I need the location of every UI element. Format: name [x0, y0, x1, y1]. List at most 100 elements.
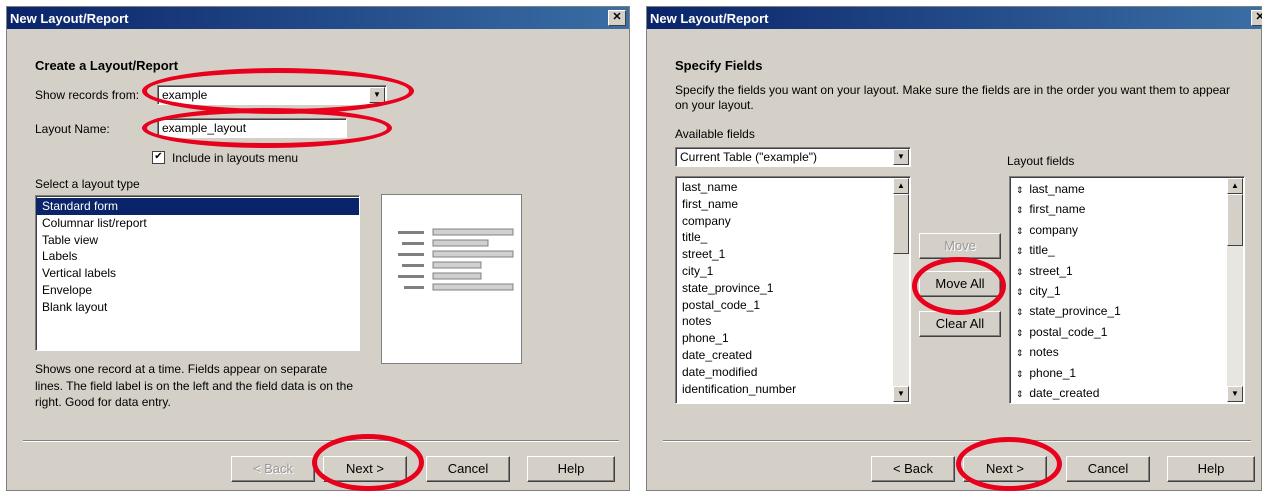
next-button[interactable]: Next > [323, 456, 407, 482]
layout-field-label: date_created [1029, 385, 1100, 400]
scroll-up-icon[interactable]: ▲ [1227, 178, 1243, 194]
check-icon: ✔ [154, 151, 163, 162]
list-item[interactable]: last_name [676, 179, 910, 196]
drag-handle-icon[interactable]: ⇕ [1016, 221, 1026, 241]
layout-name-input[interactable]: example_layout [157, 118, 347, 138]
layout-preview [381, 194, 522, 364]
step-heading: Specify Fields [675, 58, 763, 73]
list-item[interactable]: ⇕ notes [1010, 342, 1244, 362]
scroll-down-icon[interactable]: ▼ [1227, 386, 1243, 402]
drag-handle-icon[interactable]: ⇕ [1016, 323, 1026, 343]
divider [23, 440, 619, 442]
layout-field-label: city_1 [1029, 283, 1061, 298]
next-button[interactable]: Next > [963, 456, 1047, 482]
list-item[interactable]: ⇕ company [1010, 220, 1244, 240]
move-button[interactable]: Move [919, 233, 1001, 259]
drag-handle-icon[interactable]: ⇕ [1016, 343, 1026, 363]
layout-fields-scrollbar[interactable]: ▲ ▼ [1227, 178, 1243, 402]
list-item[interactable]: first_name [676, 196, 910, 213]
list-item[interactable]: date_modified [676, 364, 910, 381]
drag-handle-icon[interactable]: ⇕ [1016, 200, 1026, 220]
list-item[interactable]: ⇕ last_name [1010, 179, 1244, 199]
list-item[interactable]: ⇕ date_created [1010, 383, 1244, 403]
list-item[interactable]: ⇕ phone_1 [1010, 363, 1244, 383]
layout-field-label: state_province_1 [1029, 304, 1121, 319]
include-in-menu-checkbox[interactable]: ✔ [152, 151, 165, 164]
list-item[interactable]: ⇕ street_1 [1010, 261, 1244, 281]
clear-all-button[interactable]: Clear All [919, 311, 1001, 337]
list-item[interactable]: Labels [36, 248, 359, 265]
layout-fields-label: Layout fields [1007, 154, 1075, 168]
layout-field-label: last_name [1029, 182, 1085, 196]
layout-name-value: example_layout [162, 121, 247, 135]
drag-handle-icon[interactable]: ⇕ [1016, 302, 1026, 322]
list-item[interactable]: notes [676, 313, 910, 330]
available-fields-label: Available fields [675, 127, 755, 141]
list-item[interactable]: postal_code_1 [676, 297, 910, 314]
list-item[interactable]: ⇕ state_province_1 [1010, 301, 1244, 321]
list-item[interactable]: phone_1 [676, 330, 910, 347]
cancel-button[interactable]: Cancel [1066, 456, 1150, 482]
scroll-down-icon[interactable]: ▼ [893, 386, 909, 402]
drag-handle-icon[interactable]: ⇕ [1016, 384, 1026, 403]
table-select[interactable]: Current Table ("example") ▼ [675, 147, 911, 167]
list-item[interactable]: Table view [36, 232, 359, 249]
layout-field-label: notes [1029, 345, 1059, 360]
layout-field-label: street_1 [1029, 263, 1073, 278]
move-all-button[interactable]: Move All [919, 271, 1001, 297]
cancel-button[interactable]: Cancel [426, 456, 510, 482]
list-item[interactable]: ⇕ postal_code_1 [1010, 322, 1244, 342]
list-item[interactable]: Blank layout [36, 299, 359, 316]
show-records-value: example [162, 88, 208, 102]
list-item[interactable]: Vertical labels [36, 265, 359, 282]
list-item[interactable]: street_1 [676, 246, 910, 263]
layout-field-label: first_name [1029, 202, 1086, 217]
list-item[interactable]: Envelope [36, 282, 359, 299]
list-item[interactable]: ⇕ title_ [1010, 240, 1244, 260]
standard-form-preview-icon [398, 228, 514, 291]
title-bar: New Layout/Report ✕ [7, 7, 629, 29]
list-item[interactable]: city_1 [676, 263, 910, 280]
drag-handle-icon[interactable]: ⇕ [1016, 180, 1026, 200]
list-item[interactable]: company [676, 213, 910, 230]
list-item[interactable]: ⇕ first_name [1010, 199, 1244, 219]
layout-field-label: title_ [1029, 243, 1055, 258]
list-item[interactable]: date_created [676, 347, 910, 364]
show-records-label: Show records from: [35, 88, 140, 102]
list-item[interactable]: title_ [676, 229, 910, 246]
dialog-title: New Layout/Report [10, 11, 129, 26]
list-item[interactable]: identification_number [676, 381, 910, 398]
include-in-menu-label: Include in layouts menu [172, 151, 299, 165]
scroll-up-icon[interactable]: ▲ [893, 178, 909, 194]
back-button[interactable]: < Back [871, 456, 955, 482]
drag-handle-icon[interactable]: ⇕ [1016, 364, 1026, 384]
back-button[interactable]: < Back [231, 456, 315, 482]
layout-field-label: company [1029, 222, 1079, 237]
scroll-thumb[interactable] [893, 194, 909, 254]
layout-fields-list: ⇕ last_name ⇕ first_name ⇕ company ⇕ tit… [1009, 176, 1245, 404]
close-icon[interactable]: ✕ [608, 10, 626, 26]
drag-handle-icon[interactable]: ⇕ [1016, 241, 1026, 261]
new-layout-dialog-step1: New Layout/Report ✕ Create a Layout/Repo… [6, 6, 630, 491]
available-fields-scrollbar[interactable]: ▲ ▼ [893, 178, 909, 402]
list-item[interactable]: state_province_1 [676, 280, 910, 297]
layout-name-label: Layout Name: [35, 122, 110, 136]
title-bar: New Layout/Report ✕ [647, 7, 1262, 29]
help-button[interactable]: Help [1167, 456, 1255, 482]
drag-handle-icon[interactable]: ⇕ [1016, 282, 1026, 302]
chevron-down-icon[interactable]: ▼ [893, 149, 909, 165]
list-item[interactable]: Standard form [36, 198, 359, 215]
layout-field-label: phone_1 [1029, 365, 1077, 380]
close-icon[interactable]: ✕ [1251, 10, 1262, 26]
list-item[interactable]: Columnar list/report [36, 215, 359, 232]
chevron-down-icon[interactable]: ▼ [369, 87, 385, 103]
help-button[interactable]: Help [527, 456, 615, 482]
layout-field-label: postal_code_1 [1029, 324, 1108, 339]
layout-type-description: Shows one record at a time. Fields appea… [35, 362, 353, 409]
show-records-select[interactable]: example ▼ [157, 85, 387, 105]
new-layout-dialog-step2: New Layout/Report ✕ Specify Fields Speci… [646, 6, 1262, 491]
available-fields-list: last_name first_name company title_ stre… [675, 176, 911, 404]
scroll-thumb[interactable] [1227, 194, 1243, 246]
list-item[interactable]: ⇕ city_1 [1010, 281, 1244, 301]
drag-handle-icon[interactable]: ⇕ [1016, 262, 1026, 282]
